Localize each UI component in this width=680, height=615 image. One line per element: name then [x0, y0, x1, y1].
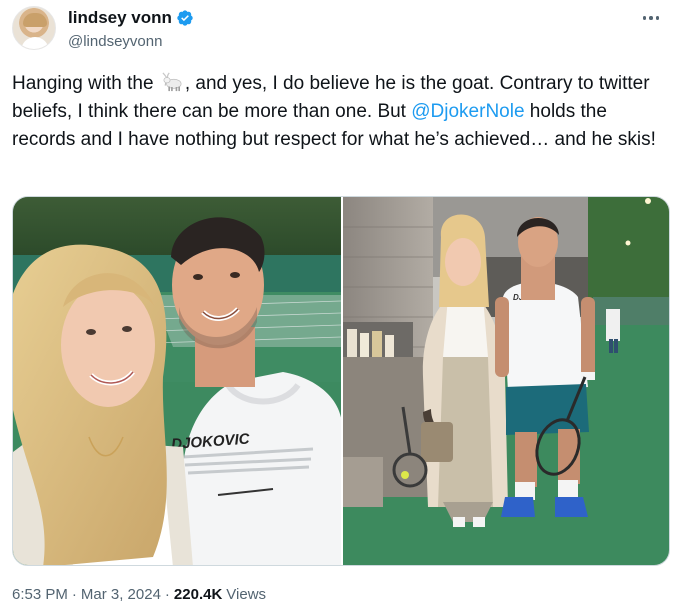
- separator: ·: [164, 586, 170, 603]
- selfie-photo-illustration: DJOKOVIC: [13, 197, 341, 565]
- more-options-icon[interactable]: [636, 6, 666, 30]
- views-count: 220.4K: [173, 586, 223, 603]
- photo-right[interactable]: DJOKOVIC: [343, 197, 669, 565]
- handle[interactable]: @lindseyvonn: [68, 33, 162, 50]
- mention-link[interactable]: @DjokerNole: [411, 101, 524, 122]
- tweet-footer: 6:53 PM · Mar 3, 2024 · 220.4K Views: [12, 586, 266, 603]
- tweet-text-part1: Hanging with the: [12, 73, 159, 94]
- avatar[interactable]: [12, 6, 56, 50]
- tweet-header: lindsey vonn @lindseyvonn: [12, 6, 668, 58]
- display-name[interactable]: lindsey vonn: [68, 8, 172, 28]
- media-gallery: DJOKOVIC: [12, 196, 670, 566]
- separator: ·: [71, 586, 77, 603]
- goat-emoji-icon: [162, 72, 182, 92]
- court-photo-illustration: DJOKOVIC: [343, 197, 669, 565]
- tweet-time[interactable]: 6:53 PM: [12, 586, 68, 603]
- views-label: Views: [226, 586, 267, 603]
- name-row: lindsey vonn: [68, 8, 194, 28]
- tweet-date[interactable]: Mar 3, 2024: [81, 586, 161, 603]
- tweet-text: Hanging with the , and yes, I do believe…: [12, 70, 674, 154]
- avatar-shirt: [21, 37, 49, 49]
- photo-left[interactable]: DJOKOVIC: [13, 197, 341, 565]
- avatar-hair: [23, 13, 47, 27]
- verified-badge-icon: [177, 10, 193, 26]
